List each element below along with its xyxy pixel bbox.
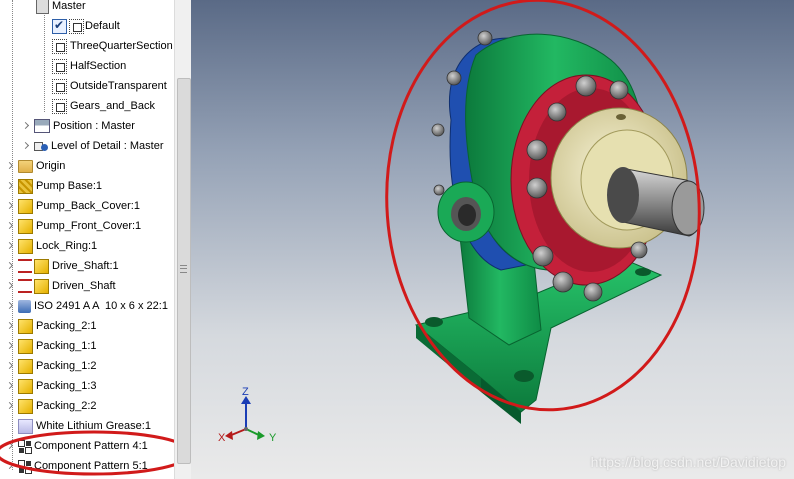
part-icon	[18, 338, 33, 354]
part-icon	[34, 278, 49, 294]
part-icon	[34, 258, 49, 274]
scroll-grip-icon	[180, 265, 187, 273]
tree-guide-line	[44, 0, 45, 112]
folder-icon	[18, 159, 33, 173]
tree-item-packing-1-1[interactable]: Packing_1:1	[6, 336, 97, 356]
tree-item-label: OutsideTransparent	[70, 80, 167, 92]
tree-item-label: Packing_1:2	[36, 360, 97, 372]
expand-chevron-icon[interactable]	[6, 362, 15, 371]
watermark-text: https://blog.csdn.net/Davidietop	[590, 454, 786, 470]
expand-chevron-icon[interactable]	[6, 302, 15, 311]
view-rep-icon	[52, 58, 67, 74]
pump-assembly-model	[385, 0, 705, 424]
graphics-viewport[interactable]: Z X Y https://blog.csdn.net/Davidietop	[191, 0, 794, 479]
tree-item-drive-shaft[interactable]: Drive_Shaft:1	[6, 256, 119, 276]
expand-chevron-icon[interactable]	[6, 322, 15, 331]
tree-item-driven-shaft[interactable]: Driven_Shaft	[6, 276, 116, 296]
tree-item-packing-1-3[interactable]: Packing_1:3	[6, 376, 97, 396]
part-icon	[18, 238, 33, 254]
expand-chevron-icon[interactable]	[6, 382, 15, 391]
axis-label-x: X	[218, 432, 226, 444]
tree-item-label: Pump Base:1	[36, 180, 103, 192]
tree-item-half-section[interactable]: HalfSection	[52, 56, 126, 76]
expand-chevron-icon[interactable]	[6, 182, 15, 191]
tree-item-label: Packing_2:1	[36, 320, 97, 332]
expand-chevron-icon[interactable]	[6, 282, 15, 291]
tree-item-label: Gears_and_Back	[70, 100, 155, 112]
part-icon	[18, 378, 33, 394]
tree-item-label: Default	[85, 20, 120, 32]
part-icon	[18, 218, 33, 234]
document-icon	[36, 0, 49, 14]
tree-item-packing-1-2[interactable]: Packing_1:2	[6, 356, 97, 376]
constraint-icon	[18, 279, 32, 293]
expand-chevron-icon[interactable]	[6, 342, 15, 351]
tree-item-label: Level of Detail : Master	[51, 140, 164, 152]
view-rep-icon	[69, 18, 84, 34]
part-icon	[18, 318, 33, 334]
tree-item-label: ThreeQuarterSection	[70, 40, 173, 52]
tree-item-packing-2-1[interactable]: Packing_2:1	[6, 316, 97, 336]
level-of-detail-icon	[34, 140, 48, 152]
part-icon	[18, 358, 33, 374]
tree-item-lock-ring[interactable]: Lock_Ring:1	[6, 236, 97, 256]
expand-chevron-icon[interactable]	[6, 162, 15, 171]
tree-item-level-of-detail[interactable]: Level of Detail : Master	[22, 136, 164, 156]
tree-item-label: HalfSection	[70, 60, 127, 72]
part-icon	[18, 198, 33, 214]
tree-item-label: Packing_2:2	[36, 400, 97, 412]
x-axis-arrow-icon	[225, 431, 233, 440]
browser-scrollbar[interactable]	[174, 0, 192, 479]
part-icon	[18, 398, 33, 414]
y-axis-arrow-icon	[257, 431, 265, 440]
position-rep-icon	[34, 119, 50, 133]
model-browser-tree: Master Default ThreeQuarterSection HalfS…	[0, 0, 174, 479]
tree-item-label: Origin	[36, 160, 66, 172]
constraint-icon	[18, 259, 32, 273]
tree-item-pump-back-cover[interactable]: Pump_Back_Cover:1	[6, 196, 140, 216]
view-rep-icon	[52, 98, 67, 114]
annotation-ellipse-tree	[0, 430, 174, 476]
tree-item-label: Pump_Back_Cover:1	[36, 200, 140, 212]
bearing-icon	[18, 299, 31, 313]
tree-item-origin[interactable]: Origin	[6, 156, 65, 176]
tree-item-label: Master	[52, 0, 86, 12]
tree-item-master[interactable]: Master	[36, 0, 86, 16]
tree-item-iso-bearing[interactable]: ISO 2491 A A 10 x 6 x 22:1	[6, 296, 168, 316]
expand-chevron-icon[interactable]	[6, 222, 15, 231]
tree-item-pump-front-cover[interactable]: Pump_Front_Cover:1	[6, 216, 141, 236]
view-rep-icon	[52, 38, 67, 54]
tree-item-pump-base[interactable]: Pump Base:1	[6, 176, 102, 196]
tree-item-label: ISO 2491 A A 10 x 6 x 22:1	[34, 300, 168, 312]
tree-item-label: Packing_1:3	[36, 380, 97, 392]
expand-chevron-icon[interactable]	[6, 202, 15, 211]
axis-label-y: Y	[269, 432, 277, 444]
tree-item-label: Pump_Front_Cover:1	[36, 220, 142, 232]
tree-item-default[interactable]: Default	[52, 16, 120, 36]
tree-item-outside-transparent[interactable]: OutsideTransparent	[52, 76, 167, 96]
checkmark-icon	[52, 18, 67, 34]
tree-item-label: Position : Master	[53, 120, 135, 132]
tree-item-packing-2-2[interactable]: Packing_2:2	[6, 396, 97, 416]
tree-item-label: Driven_Shaft	[52, 280, 116, 292]
expand-chevron-icon[interactable]	[22, 122, 31, 131]
tree-item-label: Packing_1:1	[36, 340, 97, 352]
tree-item-label: Lock_Ring:1	[36, 240, 98, 252]
view-rep-icon	[52, 78, 67, 94]
tree-item-gears-and-back[interactable]: Gears_and_Back	[52, 96, 155, 116]
axis-label-z: Z	[242, 386, 249, 398]
part-icon	[18, 178, 33, 194]
expand-chevron-icon[interactable]	[22, 142, 31, 151]
tree-item-label: Drive_Shaft:1	[52, 260, 119, 272]
expand-chevron-icon[interactable]	[6, 242, 15, 251]
expand-chevron-icon[interactable]	[6, 262, 15, 271]
tree-item-position-rep[interactable]: Position : Master	[22, 116, 135, 136]
tree-item-three-quarter-section[interactable]: ThreeQuarterSection	[52, 36, 173, 56]
expand-chevron-icon[interactable]	[6, 402, 15, 411]
